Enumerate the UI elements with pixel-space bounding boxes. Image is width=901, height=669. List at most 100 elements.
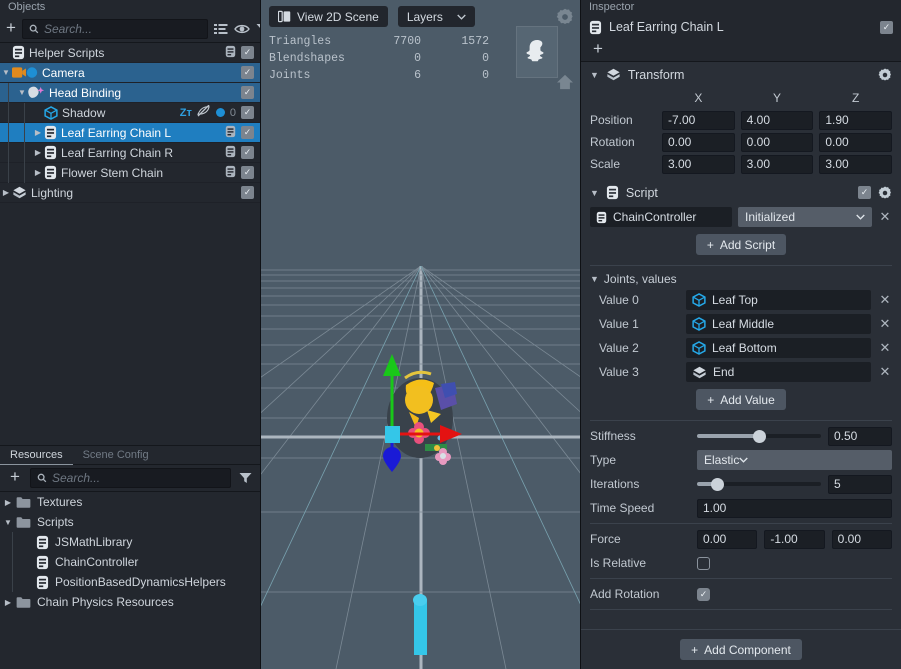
add-value-button[interactable]: + Add Value [696, 389, 786, 410]
resources-search-input[interactable] [52, 471, 224, 485]
expand-toggle[interactable]: ▼ [0, 512, 16, 532]
resource-row-chain-physics-resources[interactable]: ▶ Chain Physics Resources [0, 592, 260, 612]
expand-toggle[interactable]: ▶ [32, 123, 44, 143]
script-state-dropdown[interactable]: Initialized [738, 207, 872, 227]
joints-collapse-caret[interactable]: ▼ [590, 274, 599, 284]
layers-dropdown[interactable]: Layers [397, 6, 475, 27]
expand-toggle[interactable]: ▼ [16, 83, 28, 103]
visibility-checkbox[interactable]: ✓ [241, 66, 254, 79]
tab-scene-config[interactable]: Scene Config [73, 446, 159, 464]
joint-object-field[interactable]: End [686, 362, 871, 382]
object-row-leaf-earring-chain-l[interactable]: ▶ Leaf Earring Chain L ✓ [0, 122, 260, 143]
object-row-flower-stem-chain[interactable]: ▶ Flower Stem Chain ✓ [0, 162, 260, 183]
tab-resources[interactable]: Resources [0, 446, 73, 465]
object-row-lighting[interactable]: ▶ Lighting ✓ [0, 183, 260, 203]
resource-row-textures[interactable]: ▶ Textures [0, 492, 260, 512]
script-asset-field[interactable]: ChainController [590, 207, 732, 227]
iterations-slider[interactable] [697, 476, 821, 492]
viewport-home-icon[interactable] [556, 74, 574, 93]
resource-row-chaincontroller[interactable]: ChainController [0, 552, 260, 572]
z-test-icon[interactable]: Zᴛ [180, 107, 192, 119]
visibility-checkbox[interactable]: ✓ [241, 166, 254, 179]
object-row-head-binding[interactable]: ▼ Head Binding ✓ [0, 82, 260, 103]
expand-toggle[interactable]: ▼ [0, 63, 12, 83]
script-remove-button[interactable]: ✕ [878, 209, 892, 225]
script-badge-icon[interactable] [225, 145, 236, 161]
rotation-y-input[interactable]: 0.00 [740, 132, 814, 152]
rotation-z-input[interactable]: 0.00 [819, 132, 893, 152]
expand-toggle[interactable]: ▶ [0, 492, 16, 512]
inspector-object-enabled-checkbox[interactable]: ✓ [880, 20, 893, 34]
joint-object-field[interactable]: Leaf Top [686, 290, 871, 310]
script-badge-icon[interactable] [225, 125, 236, 141]
scale-x-input[interactable]: 3.00 [662, 154, 735, 174]
rotation-x-input[interactable]: 0.00 [662, 132, 735, 152]
position-x-input[interactable]: -7.00 [662, 110, 735, 130]
is-relative-checkbox[interactable] [697, 556, 710, 570]
color-dot[interactable] [215, 108, 225, 117]
resource-row-positionbaseddynamicshelpers[interactable]: PositionBasedDynamicsHelpers [0, 572, 260, 592]
add-resource-button[interactable]: + [6, 468, 24, 487]
time-speed-input[interactable]: 1.00 [697, 498, 892, 518]
filter-icon[interactable] [237, 470, 254, 487]
expand-toggle[interactable]: ▶ [0, 592, 16, 612]
no-render-icon[interactable] [197, 104, 211, 120]
list-icon[interactable] [213, 21, 228, 38]
eye-icon[interactable] [234, 21, 250, 38]
visibility-checkbox[interactable]: ✓ [241, 86, 254, 99]
viewport-3d[interactable]: View 2D Scene Layers Triangles 7700 1572… [260, 0, 581, 669]
resource-row-scripts[interactable]: ▼ Scripts [0, 512, 260, 532]
scale-y-input[interactable]: 3.00 [740, 154, 814, 174]
joint-remove-button[interactable]: ✕ [878, 316, 892, 332]
object-row-leaf-earring-chain-r[interactable]: ▶ Leaf Earring Chain R ✓ [0, 142, 260, 163]
visibility-checkbox[interactable]: ✓ [241, 126, 254, 139]
script-collapse-caret[interactable]: ▼ [590, 188, 599, 198]
transform-collapse-caret[interactable]: ▼ [590, 70, 599, 80]
viewport-settings-gear-icon[interactable] [556, 8, 574, 29]
script-enabled-checkbox[interactable]: ✓ [858, 186, 871, 199]
visibility-checkbox[interactable]: ✓ [241, 146, 254, 159]
folder-icon [16, 496, 31, 508]
script-badge-icon[interactable] [225, 165, 236, 181]
force-y-input[interactable]: -1.00 [764, 529, 825, 549]
joint-remove-button[interactable]: ✕ [878, 340, 892, 356]
add-script-button[interactable]: + Add Script [695, 234, 787, 255]
joint-object-field[interactable]: Leaf Bottom [686, 338, 871, 358]
visibility-checkbox[interactable]: ✓ [241, 106, 254, 119]
objects-search-input[interactable] [43, 22, 201, 36]
scene-preview-thumbnail[interactable] [516, 26, 558, 78]
object-row-shadow[interactable]: Shadow Zᴛ 0 ✓ [0, 102, 260, 123]
iterations-value-input[interactable]: 5 [828, 474, 892, 494]
type-dropdown[interactable]: Elastic [697, 450, 892, 470]
joint-remove-button[interactable]: ✕ [878, 292, 892, 308]
visibility-checkbox[interactable]: ✓ [241, 186, 254, 199]
transform-gear-icon[interactable] [878, 68, 892, 82]
force-z-input[interactable]: 0.00 [831, 529, 892, 549]
cube-icon [692, 317, 706, 331]
expand-toggle[interactable]: ▶ [0, 183, 12, 203]
inspector-add-button[interactable]: + [589, 40, 607, 59]
add-object-button[interactable]: + [6, 19, 16, 38]
object-row-helper-scripts[interactable]: Helper Scripts ✓ [0, 43, 260, 63]
add-rotation-checkbox[interactable]: ✓ [697, 587, 710, 601]
view-2d-scene-button[interactable]: View 2D Scene [269, 6, 388, 27]
visibility-checkbox[interactable]: ✓ [241, 46, 254, 59]
stiffness-value-input[interactable]: 0.50 [828, 426, 892, 446]
script-badge-icon[interactable] [225, 45, 236, 61]
stiffness-slider[interactable] [697, 428, 821, 444]
expand-toggle[interactable]: ▶ [32, 163, 44, 183]
object-row-camera[interactable]: ▼ Camera ✓ [0, 63, 260, 83]
joint-remove-button[interactable]: ✕ [878, 364, 892, 380]
joint-object-field[interactable]: Leaf Middle [686, 314, 871, 334]
position-y-input[interactable]: 4.00 [740, 110, 814, 130]
add-component-button[interactable]: + Add Component [680, 639, 802, 660]
position-z-input[interactable]: 1.90 [819, 110, 893, 130]
expand-toggle[interactable]: ▶ [32, 143, 44, 163]
objects-search-box[interactable] [21, 19, 208, 39]
force-x-input[interactable]: 0.00 [697, 529, 758, 549]
scale-z-input[interactable]: 3.00 [819, 154, 893, 174]
script-gear-icon[interactable] [878, 186, 892, 200]
resources-search-box[interactable] [30, 468, 231, 488]
scene-character [383, 354, 462, 655]
resource-row-jsmathlibrary[interactable]: JSMathLibrary [0, 532, 260, 552]
